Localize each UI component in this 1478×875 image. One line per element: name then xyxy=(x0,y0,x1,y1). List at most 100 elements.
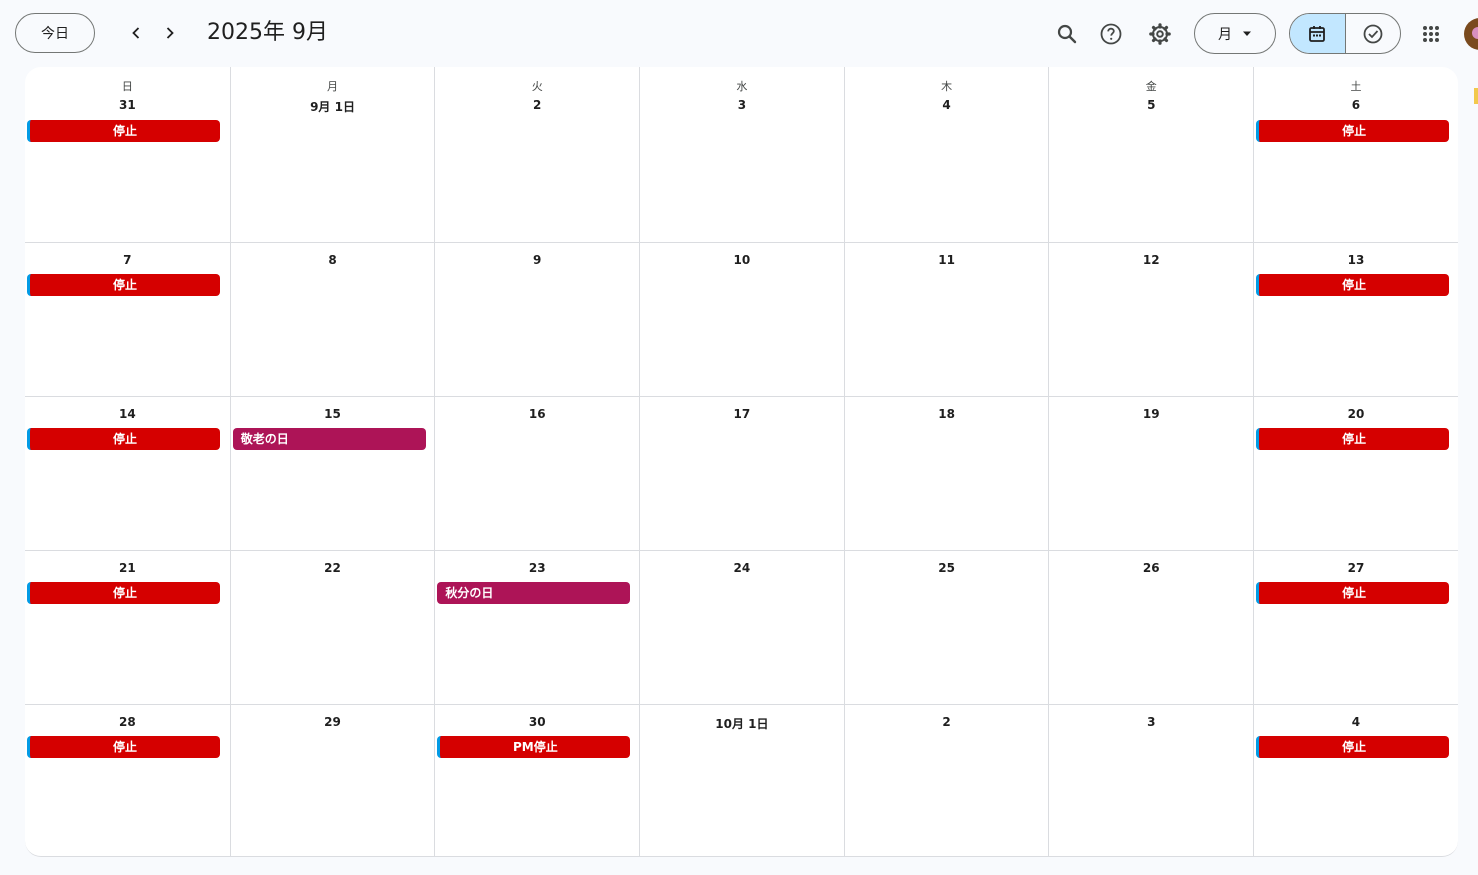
day-number[interactable]: 11 xyxy=(845,253,1049,267)
day-cell[interactable]: 水3 xyxy=(639,67,844,242)
day-cell[interactable]: 8 xyxy=(229,243,435,397)
day-cell[interactable]: 20 停止 xyxy=(1253,397,1458,551)
day-cell[interactable]: 4 停止 xyxy=(1253,705,1458,856)
day-number[interactable]: 6 xyxy=(1254,98,1458,112)
day-number[interactable]: 26 xyxy=(1049,561,1253,575)
day-cell[interactable]: 22 xyxy=(229,551,435,705)
day-cell[interactable]: 12 xyxy=(1048,243,1253,397)
day-cell[interactable]: 16 xyxy=(434,397,639,551)
day-number[interactable]: 20 xyxy=(1254,407,1458,421)
event-chip[interactable]: 停止 xyxy=(1256,736,1450,758)
day-cell[interactable]: 25 xyxy=(843,551,1049,705)
day-number[interactable]: 24 xyxy=(640,561,844,575)
day-number[interactable]: 19 xyxy=(1049,407,1253,421)
day-cell[interactable]: 土 6 停止 xyxy=(1253,67,1458,242)
event-chip[interactable]: 停止 xyxy=(27,582,220,604)
event-chip[interactable]: PM停止 xyxy=(437,736,631,758)
day-cell[interactable]: 金5 xyxy=(1048,67,1253,242)
search-icon xyxy=(1057,24,1077,44)
day-cell[interactable]: 月 9月 1日 xyxy=(229,67,435,242)
view-selector[interactable]: 月 xyxy=(1194,13,1276,54)
event-chip[interactable]: 停止 xyxy=(27,274,220,296)
day-cell[interactable]: 10 xyxy=(639,243,844,397)
day-number[interactable]: 4 xyxy=(1254,715,1458,729)
day-number[interactable]: 29 xyxy=(231,715,435,729)
day-number[interactable]: 7 xyxy=(25,253,230,267)
week-row: 日 31 停止月 9月 1日火 2 水 3 木 4 金 5 土 6 停止 xyxy=(25,67,1458,242)
day-number[interactable]: 17 xyxy=(640,407,844,421)
event-chip[interactable]: 停止 xyxy=(27,120,220,142)
day-cell[interactable]: 7 停止 xyxy=(25,243,230,397)
event-chip[interactable]: 停止 xyxy=(1256,582,1450,604)
day-number[interactable]: 3 xyxy=(640,98,844,112)
day-cell[interactable]: 29 xyxy=(229,705,435,856)
day-number[interactable]: 13 xyxy=(1254,253,1458,267)
day-cell[interactable]: 27 停止 xyxy=(1253,551,1458,705)
next-month-button[interactable] xyxy=(155,18,185,48)
day-number[interactable]: 10 xyxy=(640,253,844,267)
holiday-event-chip[interactable]: 敬老の日 xyxy=(232,428,426,450)
day-cell[interactable]: 10月 1日 xyxy=(639,705,844,856)
search-button[interactable] xyxy=(1047,14,1087,54)
day-number[interactable]: 30 xyxy=(435,715,639,729)
tasks-view-button[interactable] xyxy=(1344,14,1401,53)
day-number[interactable]: 9月 1日 xyxy=(231,98,435,115)
day-number[interactable]: 22 xyxy=(231,561,435,575)
day-cell[interactable]: 19 xyxy=(1048,397,1253,551)
event-chip[interactable]: 停止 xyxy=(27,428,220,450)
day-number[interactable]: 27 xyxy=(1254,561,1458,575)
day-cell[interactable]: 13 停止 xyxy=(1253,243,1458,397)
day-cell[interactable]: 9 xyxy=(434,243,639,397)
calendar-view-button[interactable] xyxy=(1290,14,1345,53)
day-cell[interactable]: 30 PM停止 xyxy=(434,705,639,856)
day-cell[interactable]: 18 xyxy=(843,397,1049,551)
day-cell[interactable]: 14 停止 xyxy=(25,397,230,551)
day-number[interactable]: 4 xyxy=(845,98,1049,112)
chevron-left-icon xyxy=(132,27,140,39)
day-cell[interactable]: 2 xyxy=(843,705,1049,856)
event-chip[interactable]: 停止 xyxy=(27,736,220,758)
day-cell[interactable]: 3 xyxy=(1048,705,1253,856)
day-number[interactable]: 16 xyxy=(435,407,639,421)
day-cell[interactable]: 15 敬老の日 xyxy=(229,397,435,551)
day-number[interactable]: 5 xyxy=(1049,98,1253,112)
day-number[interactable]: 23 xyxy=(435,561,639,575)
day-number[interactable]: 12 xyxy=(1049,253,1253,267)
account-avatar[interactable] xyxy=(1464,18,1478,50)
day-number[interactable]: 10月 1日 xyxy=(640,715,844,732)
day-number[interactable]: 15 xyxy=(231,407,435,421)
day-number[interactable]: 9 xyxy=(435,253,639,267)
event-chip[interactable]: 停止 xyxy=(1256,274,1450,296)
day-cell[interactable]: 28 停止 xyxy=(25,705,230,856)
previous-month-button[interactable] xyxy=(121,18,151,48)
day-number[interactable]: 3 xyxy=(1049,715,1253,729)
event-chip[interactable]: 停止 xyxy=(1256,120,1450,142)
help-button[interactable] xyxy=(1091,14,1131,54)
day-cell[interactable]: 17 xyxy=(639,397,844,551)
day-number[interactable]: 21 xyxy=(25,561,230,575)
day-cell[interactable]: 21 停止 xyxy=(25,551,230,705)
day-number[interactable]: 28 xyxy=(25,715,230,729)
day-number[interactable]: 25 xyxy=(845,561,1049,575)
apps-button[interactable] xyxy=(1411,14,1451,54)
side-panel-edge xyxy=(1474,88,1478,104)
settings-button[interactable] xyxy=(1140,14,1180,54)
day-cell[interactable]: 火2 xyxy=(434,67,639,242)
day-number[interactable]: 2 xyxy=(845,715,1049,729)
day-cell[interactable]: 26 xyxy=(1048,551,1253,705)
day-number[interactable]: 8 xyxy=(231,253,435,267)
day-cell[interactable]: 23 秋分の日 xyxy=(434,551,639,705)
day-cell[interactable]: 24 xyxy=(639,551,844,705)
today-button[interactable]: 今日 xyxy=(15,13,95,53)
day-number[interactable]: 18 xyxy=(845,407,1049,421)
day-number[interactable]: 14 xyxy=(25,407,230,421)
event-chip[interactable]: 停止 xyxy=(1256,428,1450,450)
weekday-label: 日 xyxy=(121,80,133,93)
day-cell[interactable]: 11 xyxy=(843,243,1049,397)
day-cell[interactable]: 木4 xyxy=(843,67,1049,242)
day-number[interactable]: 2 xyxy=(435,98,639,112)
day-number[interactable]: 31 xyxy=(25,98,230,112)
holiday-event-chip[interactable]: 秋分の日 xyxy=(437,582,631,604)
day-cell[interactable]: 日 31 停止 xyxy=(25,67,230,242)
week-row: 7 停止 8 9 10 11 12 13 停止 xyxy=(25,242,1458,397)
